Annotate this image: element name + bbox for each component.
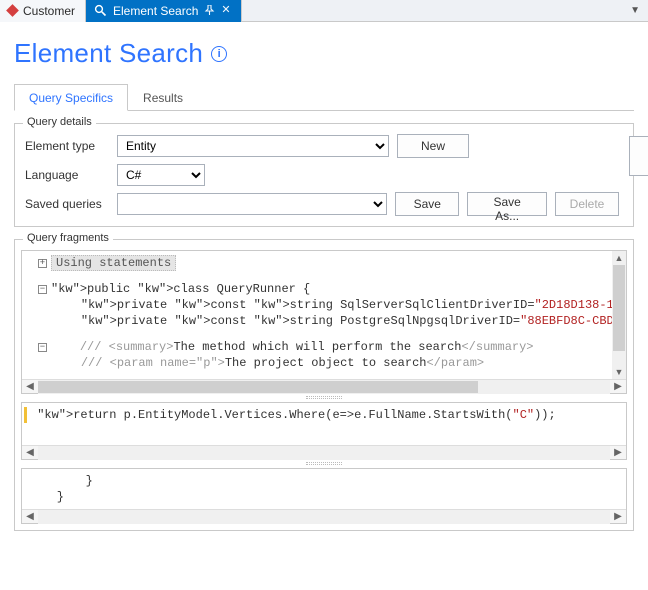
fieldset-legend: Query details: [23, 116, 96, 128]
fold-toggle[interactable]: −: [38, 285, 47, 294]
language-select[interactable]: C#: [117, 164, 205, 186]
split-gripper[interactable]: [21, 460, 627, 466]
close-icon[interactable]: ✕: [221, 5, 230, 16]
region-header[interactable]: Using statements: [51, 255, 176, 271]
page-title: Element Search: [14, 38, 203, 69]
scroll-left-arrow[interactable]: ◀: [22, 446, 38, 460]
scroll-down-arrow[interactable]: ▼: [612, 365, 626, 379]
scroll-up-arrow[interactable]: ▲: [612, 251, 626, 265]
saved-queries-label: Saved queries: [25, 197, 109, 211]
horizontal-scrollbar[interactable]: ◀ ▶: [22, 445, 626, 459]
scroll-right-arrow[interactable]: ▶: [610, 510, 626, 524]
scroll-left-arrow[interactable]: ◀: [22, 510, 38, 524]
scroll-left-arrow[interactable]: ◀: [22, 380, 38, 394]
saved-queries-select[interactable]: [117, 193, 388, 215]
language-label: Language: [25, 168, 109, 182]
run-query-button[interactable]: Run query: [629, 136, 648, 176]
element-type-select[interactable]: Entity: [117, 135, 389, 157]
info-icon[interactable]: i: [211, 46, 227, 62]
code-pane-bottom[interactable]: } } ◀ ▶: [21, 468, 627, 524]
delete-button[interactable]: Delete: [555, 192, 619, 216]
code-pane-top[interactable]: +Using statements−"kw">public "kw">class…: [21, 250, 627, 394]
change-marker: [24, 407, 27, 423]
horizontal-scrollbar[interactable]: ◀ ▶: [22, 379, 626, 393]
document-tabbar: Customer Element Search ✕ ▼: [0, 0, 648, 22]
scroll-right-arrow[interactable]: ▶: [610, 380, 626, 394]
fieldset-legend: Query fragments: [23, 232, 113, 244]
scroll-right-arrow[interactable]: ▶: [610, 446, 626, 460]
query-details-fieldset: Query details Element type Entity New La…: [14, 123, 634, 227]
query-fragments-fieldset: Query fragments +Using statements−"kw">p…: [14, 239, 634, 531]
region-toggle[interactable]: +: [38, 259, 47, 268]
tab-element-search[interactable]: Element Search ✕: [86, 0, 242, 22]
tab-customer[interactable]: Customer: [0, 0, 86, 22]
tab-label: Element Search: [113, 4, 198, 18]
pin-icon[interactable]: [204, 5, 215, 16]
subtab-query-specifics[interactable]: Query Specifics: [14, 84, 128, 111]
vertical-scrollbar[interactable]: ▲ ▼: [612, 251, 626, 379]
subtab-results[interactable]: Results: [128, 84, 198, 111]
fold-toggle[interactable]: −: [38, 343, 47, 352]
new-button[interactable]: New: [397, 134, 469, 158]
scroll-thumb[interactable]: [613, 265, 625, 351]
save-as-button[interactable]: Save As...: [467, 192, 547, 216]
save-button[interactable]: Save: [395, 192, 459, 216]
tabbar-menu-dropdown[interactable]: ▼: [622, 5, 648, 16]
content-area: Element Search i Query Specifics Results…: [0, 22, 648, 545]
split-gripper[interactable]: [21, 394, 627, 400]
element-type-label: Element type: [25, 139, 109, 153]
search-icon: [94, 4, 107, 17]
scroll-thumb[interactable]: [38, 381, 478, 393]
code-pane-middle[interactable]: "kw">return p.EntityModel.Vertices.Where…: [21, 402, 627, 460]
diamond-icon: [6, 4, 19, 17]
subtab-bar: Query Specifics Results: [14, 83, 634, 111]
tab-label: Customer: [23, 4, 75, 18]
horizontal-scrollbar[interactable]: ◀ ▶: [22, 509, 626, 523]
